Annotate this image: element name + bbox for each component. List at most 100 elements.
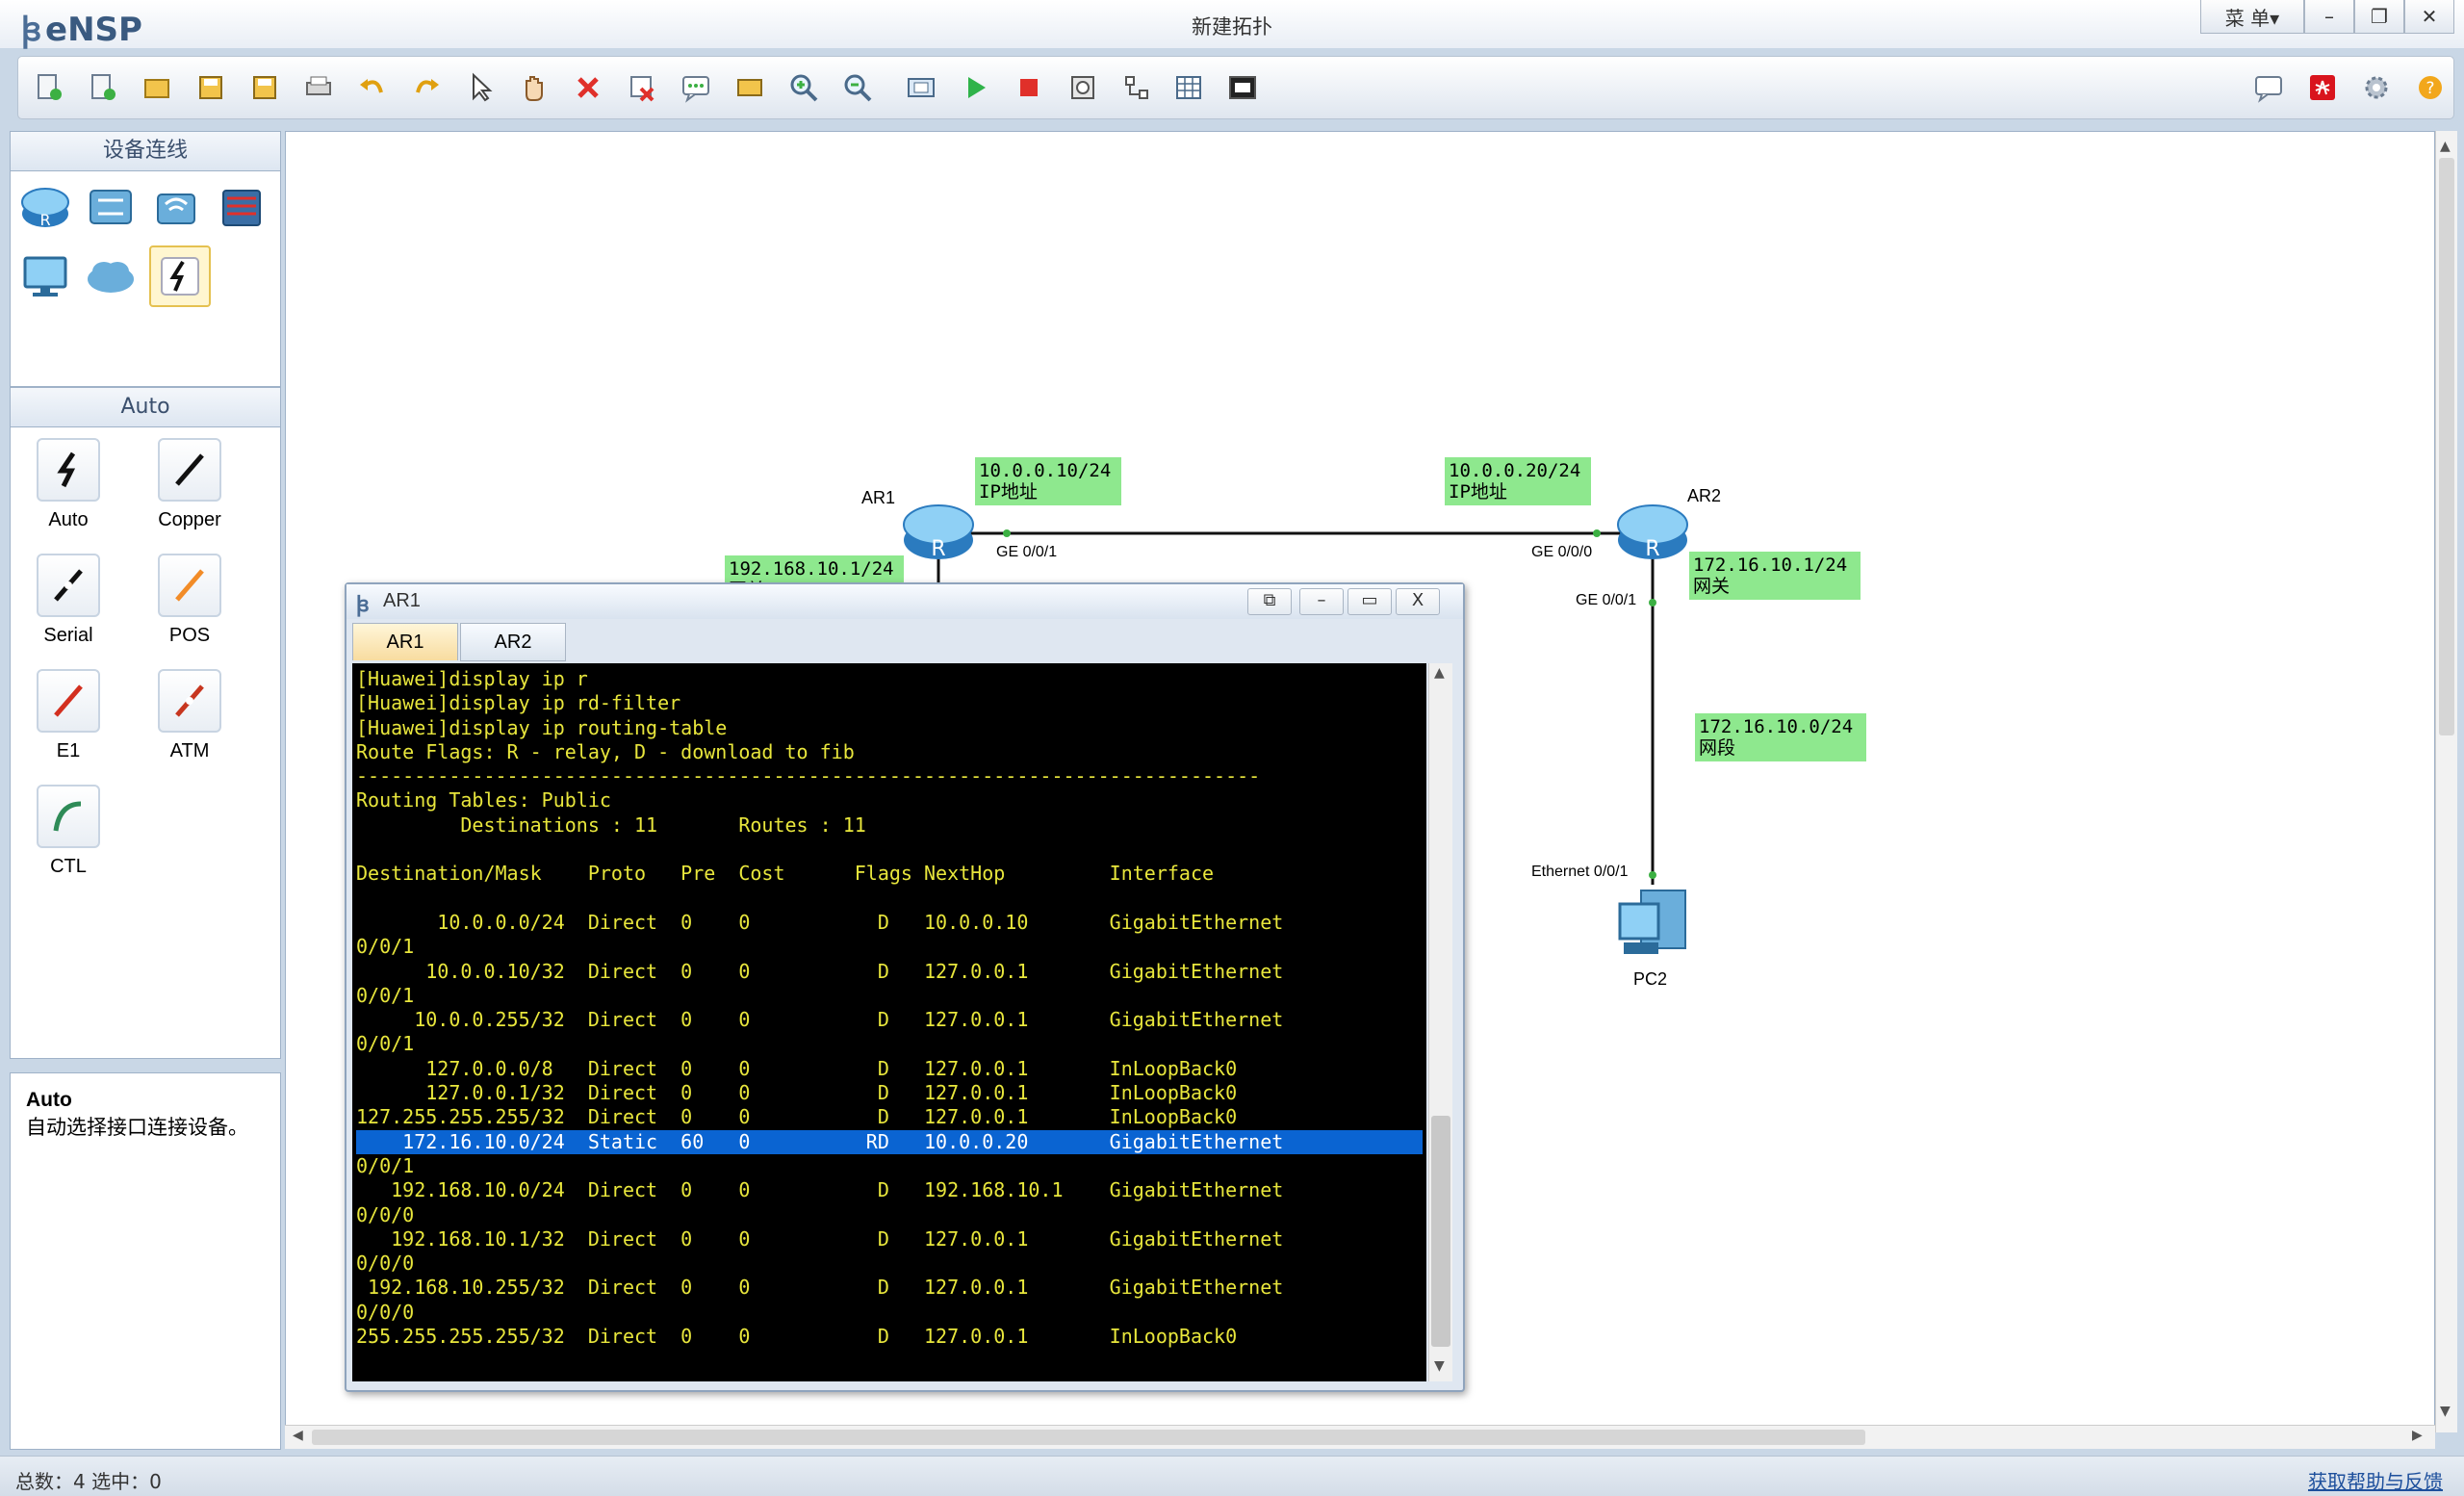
e1-cable-icon xyxy=(37,669,100,733)
status-counts: 总数：4 选中：0 xyxy=(15,1470,162,1493)
chat-icon[interactable] xyxy=(2249,68,2288,107)
horizontal-scroll-thumb[interactable] xyxy=(312,1430,1865,1445)
huawei-icon[interactable] xyxy=(2303,68,2342,107)
restore-button[interactable]: ❐ xyxy=(2354,0,2404,34)
terminal-scroll-thumb[interactable] xyxy=(1431,1116,1450,1347)
topology-icon[interactable] xyxy=(1117,68,1156,107)
terminal-maximize-button[interactable]: ▭ xyxy=(1348,588,1392,615)
settings-icon[interactable] xyxy=(2357,68,2396,107)
text-annotation-icon[interactable] xyxy=(677,68,715,107)
cable-pos[interactable]: POS xyxy=(141,554,238,647)
zoom-out-icon[interactable] xyxy=(838,68,877,107)
terminal-line: 0/0/1 xyxy=(356,1032,415,1056)
router-icon[interactable]: R xyxy=(18,180,72,234)
ar2-ip-label[interactable]: 10.0.0.20/24 IP地址 xyxy=(1445,457,1591,505)
open-icon[interactable] xyxy=(138,68,176,107)
redo-icon[interactable] xyxy=(407,68,446,107)
pc-icon[interactable] xyxy=(18,249,72,303)
terminal-titlebar[interactable]: ꟓ AR1 ⧉ – ▭ X xyxy=(346,584,1463,619)
scroll-left-icon[interactable]: ◀ xyxy=(293,1428,303,1443)
rectangle-icon[interactable] xyxy=(731,68,769,107)
vertical-scroll-thumb[interactable] xyxy=(2439,158,2454,735)
cable-copper[interactable]: Copper xyxy=(141,438,238,531)
terminal-logo-icon: ꟓ xyxy=(356,593,370,617)
cable-ctl[interactable]: CTL xyxy=(20,785,116,878)
router-ar2-icon[interactable]: R xyxy=(1616,498,1689,565)
tab-ar1[interactable]: AR1 xyxy=(352,623,458,660)
cable-serial[interactable]: Serial xyxy=(20,554,116,647)
port-ar2-ge001: GE 0/0/1 xyxy=(1576,592,1637,608)
terminal-line: Destination/Mask Proto Pre Cost Flags Ne… xyxy=(356,862,1215,886)
router-ar1-icon[interactable]: R xyxy=(902,498,975,565)
select-icon[interactable] xyxy=(461,68,500,107)
cable-label: CTL xyxy=(50,856,87,877)
help-icon[interactable]: ? xyxy=(2411,68,2450,107)
terminal-window[interactable]: ꟓ AR1 ⧉ – ▭ X AR1 AR2 [Huawei]display ip… xyxy=(345,582,1465,1392)
cable-atm[interactable]: ATM xyxy=(141,669,238,762)
terminal-line-selected: 172.16.10.0/24 Static 60 0 RD 10.0.0.20 … xyxy=(356,1129,1423,1154)
cable-panel-header: Auto xyxy=(11,388,280,427)
new-topology-icon[interactable] xyxy=(30,68,68,107)
screenshot-icon[interactable] xyxy=(1223,68,1262,107)
ar2-gateway-label[interactable]: 172.16.10.1/24 网关 xyxy=(1689,552,1861,600)
status-bar: 总数：4 选中：0 获取帮助与反馈 xyxy=(0,1456,2464,1496)
cable-e1[interactable]: E1 xyxy=(20,669,116,762)
stop-device-icon[interactable] xyxy=(1010,68,1048,107)
terminal-line: 0/0/1 xyxy=(356,935,415,959)
cable-icon[interactable] xyxy=(149,245,211,307)
terminal-detach-button[interactable]: ⧉ xyxy=(1247,588,1292,615)
desc-title: Auto xyxy=(26,1089,72,1111)
terminal-line: 0/0/1 xyxy=(356,1153,415,1177)
save-icon[interactable] xyxy=(192,68,230,107)
help-feedback-link[interactable]: 获取帮助与反馈 xyxy=(2308,1466,2443,1494)
wlan-icon[interactable] xyxy=(149,180,203,234)
copper-cable-icon xyxy=(158,438,221,502)
pc2-icon[interactable] xyxy=(1614,887,1695,964)
terminal-line: Route Flags: R - relay, D - download to … xyxy=(356,739,855,763)
zoom-in-icon[interactable] xyxy=(784,68,823,107)
terminal-console[interactable]: [Huawei]display ip r [Huawei]display ip r… xyxy=(352,663,1426,1381)
cable-label: POS xyxy=(168,625,211,646)
ar1-ip-label[interactable]: 10.0.0.10/24 IP地址 xyxy=(975,457,1121,505)
switch-icon[interactable] xyxy=(84,180,138,234)
undo-icon[interactable] xyxy=(353,68,392,107)
start-device-icon[interactable] xyxy=(956,68,994,107)
device-name-ar1: AR1 xyxy=(861,488,896,507)
terminal-scroll-down-icon[interactable]: ▼ xyxy=(1434,1358,1445,1374)
network-segment-label[interactable]: 172.16.10.0/24 网段 xyxy=(1695,713,1866,761)
scroll-up-icon[interactable]: ▲ xyxy=(2440,139,2451,154)
grid-icon[interactable] xyxy=(1169,68,1208,107)
svg-text:?: ? xyxy=(2426,79,2434,98)
port-pc2-eth: Ethernet 0/0/1 xyxy=(1531,864,1629,880)
minimize-button[interactable]: – xyxy=(2304,0,2354,34)
tab-ar2[interactable]: AR2 xyxy=(460,623,566,661)
window-title: 新建拓扑 xyxy=(1192,15,1272,39)
terminal-scroll-up-icon[interactable]: ▲ xyxy=(1434,665,1445,681)
cable-label: Serial xyxy=(43,625,93,646)
scroll-down-icon[interactable]: ▼ xyxy=(2440,1404,2451,1419)
capture-icon[interactable] xyxy=(1064,68,1102,107)
firewall-icon[interactable] xyxy=(215,180,269,234)
new-example-icon[interactable] xyxy=(84,68,122,107)
save-as-icon[interactable] xyxy=(245,68,284,107)
terminal-line: 192.168.10.1/32 Direct 0 0 D 127.0.0.1 G… xyxy=(356,1226,1284,1251)
pan-hand-icon[interactable] xyxy=(515,68,553,107)
menu-button[interactable]: 菜 单▾ xyxy=(2200,0,2304,34)
terminal-minimize-button[interactable]: – xyxy=(1299,588,1344,615)
svg-text:R: R xyxy=(39,211,50,229)
cloud-icon[interactable] xyxy=(84,249,138,303)
print-icon[interactable] xyxy=(299,68,338,107)
terminal-scrollbar[interactable]: ▲ ▼ xyxy=(1428,663,1452,1381)
cable-auto[interactable]: Auto xyxy=(20,438,116,531)
delete-link-icon[interactable] xyxy=(623,68,661,107)
canvas-vertical-scrollbar[interactable]: ▲ ▼ xyxy=(2435,131,2457,1432)
canvas-horizontal-scrollbar[interactable]: ◀ ▶ xyxy=(285,1425,2435,1449)
terminal-close-button[interactable]: X xyxy=(1396,588,1440,615)
fit-view-icon[interactable] xyxy=(902,68,940,107)
scroll-right-icon[interactable]: ▶ xyxy=(2412,1428,2423,1443)
delete-icon[interactable] xyxy=(569,68,607,107)
close-button[interactable]: ✕ xyxy=(2404,0,2454,34)
cable-label: ATM xyxy=(169,740,210,761)
